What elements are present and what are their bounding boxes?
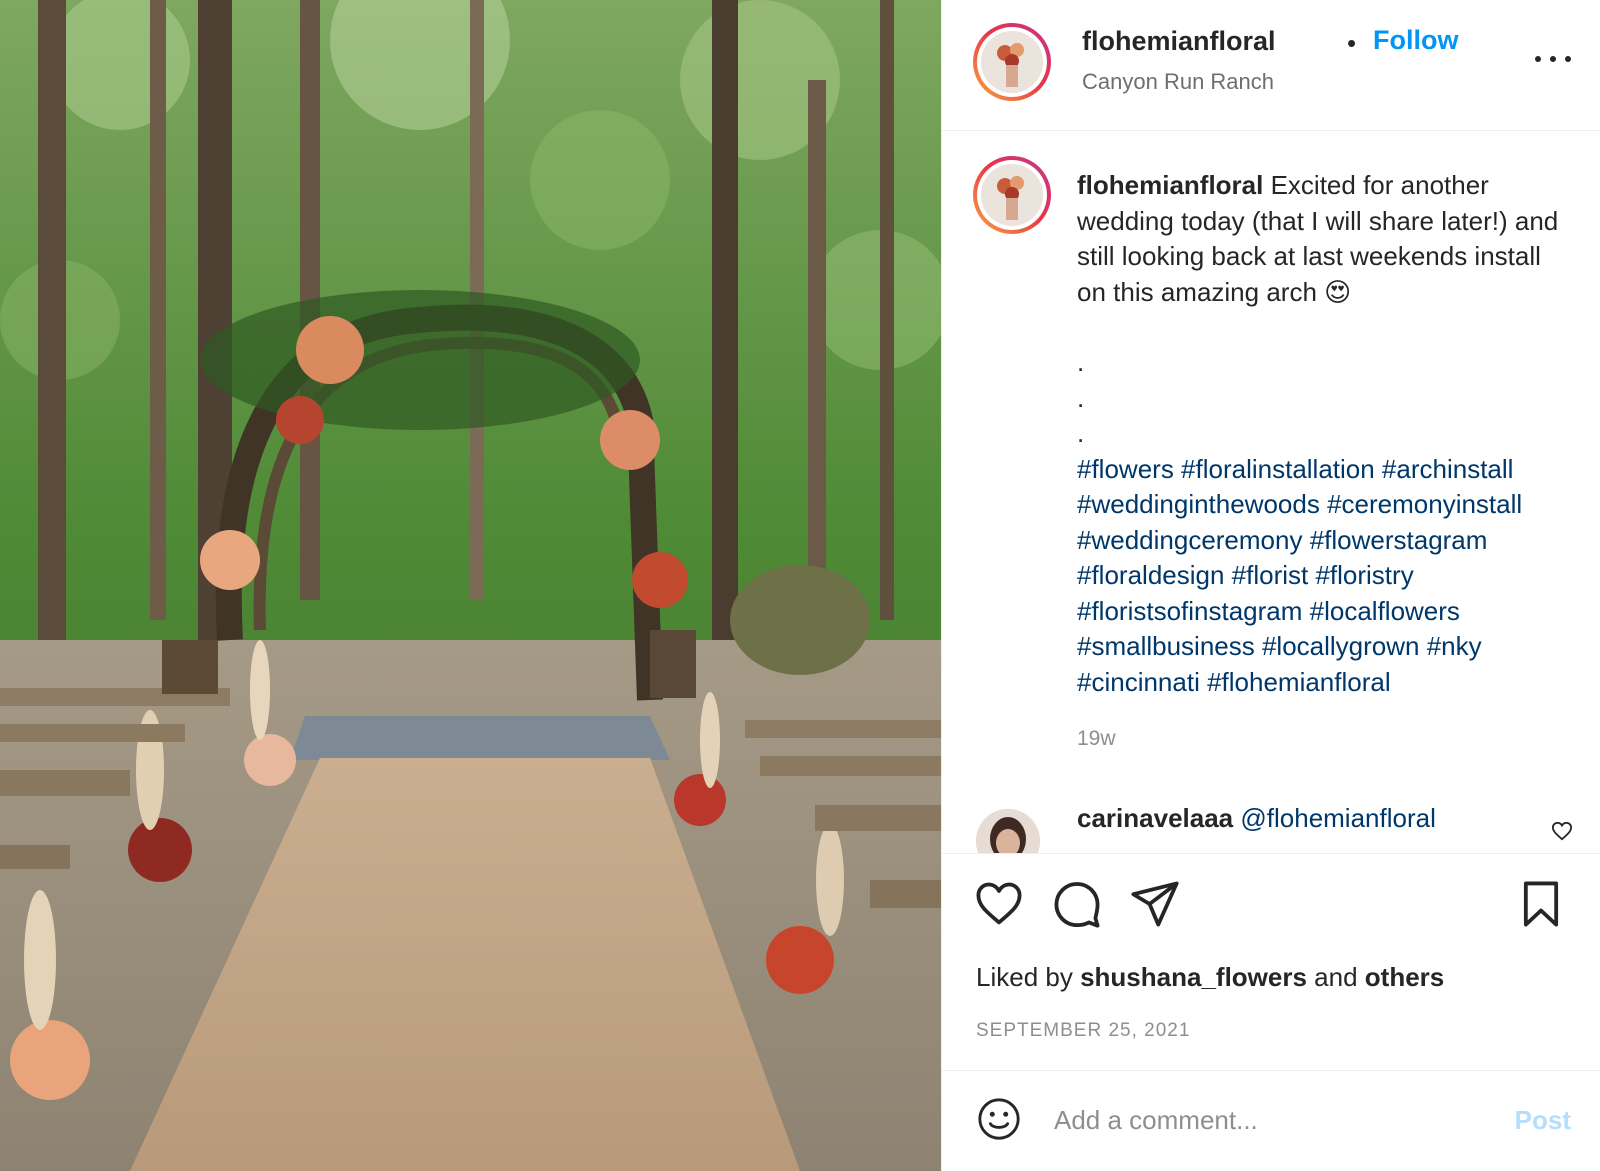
post-header: flohemianfloral • Follow Canyon Run Ranc…	[942, 0, 1600, 131]
comment-mention[interactable]: @flohemianfloral	[1240, 803, 1435, 833]
liked-by-user[interactable]: shushana_flowers	[1080, 962, 1307, 992]
comment-item: carinavelaaa @flohemianfloral	[1077, 803, 1436, 834]
wedding-arch-photo	[0, 0, 941, 1171]
post-caption: flohemianfloral Excited for another wedd…	[1077, 168, 1577, 700]
author-username[interactable]: flohemianfloral	[1082, 26, 1276, 57]
location-link[interactable]: Canyon Run Ranch	[1082, 69, 1274, 95]
post-actions: Liked by shushana_flowers and others SEP…	[942, 853, 1600, 1167]
avatar-image	[981, 31, 1043, 93]
heart-eyes-emoji: 😍	[1324, 276, 1352, 307]
commenter-username[interactable]: carinavelaaa	[1077, 803, 1233, 833]
emoji-icon[interactable]	[976, 1096, 1022, 1142]
post-image[interactable]	[0, 0, 941, 1171]
post-comment-button[interactable]: Post	[1515, 1105, 1571, 1136]
bullet-line: .	[1077, 382, 1085, 413]
more-options-icon[interactable]	[1535, 47, 1571, 71]
share-icon[interactable]	[1129, 878, 1181, 930]
bullet-line: .	[1077, 347, 1085, 377]
header-separator: •	[1347, 28, 1357, 58]
heart-icon[interactable]	[973, 878, 1025, 930]
caption-username[interactable]: flohemianfloral	[1077, 170, 1263, 200]
caption-avatar[interactable]	[973, 156, 1051, 234]
instagram-post: flohemianfloral • Follow Canyon Run Ranc…	[0, 0, 1600, 1171]
commenter-avatar[interactable]	[976, 809, 1040, 853]
comment-icon[interactable]	[1051, 878, 1103, 930]
avatar-image	[981, 164, 1043, 226]
comment-like-icon[interactable]	[1551, 821, 1573, 841]
likes-summary: Liked by shushana_flowers and others	[976, 962, 1445, 992]
caption-age: 19w	[1077, 727, 1116, 750]
comment-input[interactable]	[1052, 1091, 1476, 1149]
follow-button[interactable]: Follow	[1373, 25, 1458, 56]
caption-hashtags[interactable]: #flowers #floralinstallation #archinstal…	[1077, 452, 1577, 701]
bullet-line: .	[1077, 418, 1085, 448]
post-details-panel: flohemianfloral • Follow Canyon Run Ranc…	[941, 0, 1600, 1171]
caption-bullets: . . .	[1077, 345, 1577, 452]
author-avatar[interactable]	[973, 23, 1051, 101]
bookmark-icon[interactable]	[1515, 878, 1567, 930]
add-comment-bar: Post	[942, 1070, 1600, 1168]
liked-by-others[interactable]: others	[1365, 962, 1444, 992]
comments-scroll-area[interactable]: flohemianfloral Excited for another wedd…	[942, 131, 1600, 853]
post-date[interactable]: SEPTEMBER 25, 2021	[976, 1020, 1190, 1042]
